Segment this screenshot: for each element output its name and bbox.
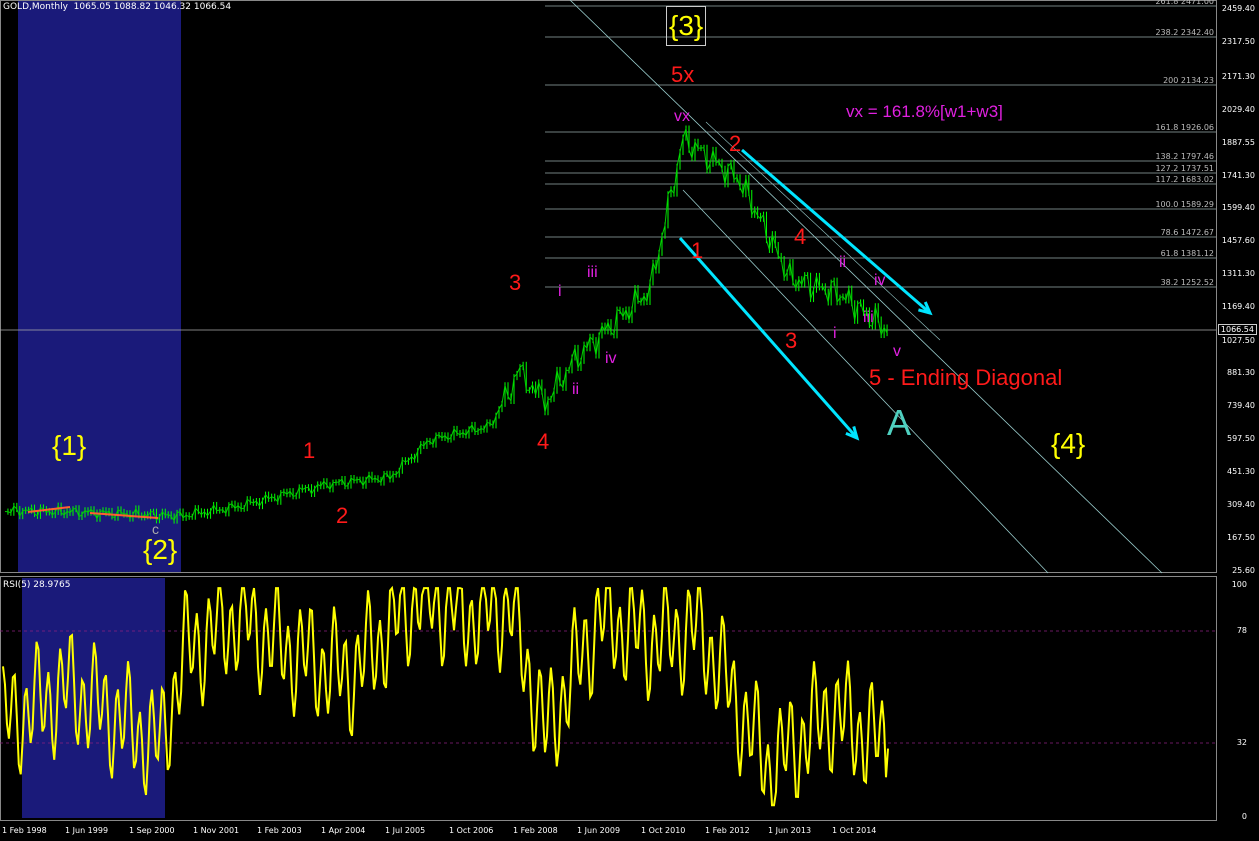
price-panel-frame bbox=[0, 0, 1217, 573]
price-tick-label: 2171.30 bbox=[1221, 72, 1255, 81]
fib-label: 127.2 1737.51 bbox=[1155, 164, 1214, 173]
wave-e-v: v bbox=[893, 343, 901, 360]
trend-channels bbox=[569, 0, 1163, 574]
wave-d4: 4 bbox=[794, 224, 807, 249]
price-tick-label: 1741.30 bbox=[1221, 171, 1255, 180]
wave-r1: 1 bbox=[303, 438, 316, 463]
channel-upper bbox=[569, 0, 1163, 574]
fib-label: 78.6 1472.67 bbox=[1161, 228, 1214, 237]
rsi-tick-label: 100 bbox=[1231, 580, 1247, 589]
price-tick-label: 1457.60 bbox=[1221, 236, 1255, 245]
price-tick-label: 739.40 bbox=[1227, 401, 1255, 410]
date-tick-label: 1 Feb 2008 bbox=[513, 826, 558, 835]
fib-label: 38.2 1252.52 bbox=[1161, 278, 1214, 287]
fib-label: 238.2 2342.40 bbox=[1155, 28, 1214, 37]
wave-m-ii: ii bbox=[572, 381, 580, 398]
wave-e-ii: ii bbox=[839, 254, 847, 271]
ohlc-values: 1065.05 1088.82 1046.32 1066.54 bbox=[73, 2, 232, 12]
wave-3-brace: {3} bbox=[666, 6, 707, 46]
price-tick-label: 2029.40 bbox=[1221, 105, 1255, 114]
price-tick-label: 1599.40 bbox=[1221, 203, 1255, 212]
price-tick-label: 2459.40 bbox=[1221, 4, 1255, 13]
wave-d2: 2 bbox=[729, 131, 742, 156]
symbol-label: GOLD,Monthly bbox=[3, 2, 68, 12]
date-tick-label: 1 Jun 1999 bbox=[65, 826, 109, 835]
date-tick-label: 1 Jun 2009 bbox=[577, 826, 621, 835]
date-tick-label: 1 Feb 2003 bbox=[257, 826, 302, 835]
date-tick-label: 1 Feb 2012 bbox=[705, 826, 750, 835]
price-chart: 261.8 2471.00238.2 2342.40200 2134.23161… bbox=[0, 0, 1217, 821]
wave-c-label: c bbox=[152, 521, 159, 537]
wave-5x: 5x bbox=[671, 62, 695, 87]
date-tick-label: 1 Jul 2005 bbox=[385, 826, 426, 835]
date-tick-label: 1 Apr 2004 bbox=[321, 826, 366, 835]
price-tick-label: 2317.50 bbox=[1221, 37, 1255, 46]
wave-vx: vx bbox=[674, 108, 690, 125]
date-tick-label: 1 Nov 2001 bbox=[193, 826, 240, 835]
fib-label: 161.8 1926.06 bbox=[1155, 123, 1214, 132]
fib-label: 261.8 2471.00 bbox=[1155, 0, 1214, 6]
symbol-header: GOLD,Monthly 1065.05 1088.82 1046.32 106… bbox=[3, 2, 231, 12]
wave-m-iv: iv bbox=[605, 350, 617, 367]
wave-r2: 2 bbox=[336, 503, 349, 528]
price-tick-label: 167.50 bbox=[1227, 533, 1255, 542]
wave-r4: 4 bbox=[537, 429, 550, 454]
date-tick-label: 1 Feb 1998 bbox=[2, 826, 47, 835]
date-tick-label: 1 Oct 2010 bbox=[641, 826, 686, 835]
wave-4-brace: {4} bbox=[1051, 428, 1086, 459]
rsi-header: RSI(5) 28.9765 bbox=[3, 580, 71, 590]
date-tick-label: 1 Jun 2013 bbox=[768, 826, 812, 835]
price-tick-label: 25.60 bbox=[1232, 566, 1255, 575]
price-tick-label: 597.50 bbox=[1227, 434, 1255, 443]
fib-label: 138.2 1797.46 bbox=[1155, 152, 1214, 161]
ending-diagonal-label: 5 - Ending Diagonal bbox=[869, 365, 1063, 390]
highlight-band-top bbox=[18, 0, 181, 573]
cyan-arrows bbox=[678, 148, 933, 441]
date-tick-label: 1 Oct 2006 bbox=[449, 826, 494, 835]
arrow-lower bbox=[678, 237, 859, 439]
wave-1-brace: {1} bbox=[52, 430, 87, 461]
wave-2-brace: {2} bbox=[143, 534, 178, 565]
wave-m-iii: iii bbox=[587, 264, 598, 281]
wave-d1: 1 bbox=[691, 238, 704, 263]
wave-m-i: i bbox=[558, 283, 562, 300]
rsi-panel-frame bbox=[0, 576, 1217, 821]
fib-label: 117.2 1683.02 bbox=[1155, 175, 1214, 184]
price-tick-label: 451.30 bbox=[1227, 467, 1255, 476]
price-tick-label: 1311.30 bbox=[1221, 269, 1255, 278]
rsi-tick-label: 78 bbox=[1236, 626, 1247, 635]
vx-formula: vx = 161.8%[w1+w3] bbox=[846, 102, 1003, 121]
wave-d3: 3 bbox=[785, 328, 798, 353]
price-tick-label: 1169.40 bbox=[1221, 302, 1255, 311]
current-price-tag: 1066.54 bbox=[1217, 324, 1257, 335]
wave-a-label: A bbox=[887, 402, 912, 443]
price-tick-label: 309.40 bbox=[1227, 500, 1255, 509]
price-tick-label: 1027.50 bbox=[1221, 336, 1255, 345]
date-tick-label: 1 Oct 2014 bbox=[832, 826, 877, 835]
wave-e-i: i bbox=[833, 325, 837, 342]
wave-r3: 3 bbox=[509, 270, 522, 295]
rsi-tick-label: 32 bbox=[1236, 738, 1247, 747]
arrow-upper bbox=[741, 148, 931, 315]
fib-label: 61.8 1381.12 bbox=[1161, 249, 1214, 258]
date-tick-label: 1 Sep 2000 bbox=[129, 826, 175, 835]
price-tick-label: 1887.55 bbox=[1221, 138, 1255, 147]
fib-label: 100.0 1589.29 bbox=[1155, 200, 1214, 209]
fib-label: 200 2134.23 bbox=[1163, 76, 1214, 85]
rsi-tick-label: 0 bbox=[1241, 812, 1247, 821]
wave-e-iv: iv bbox=[874, 272, 886, 289]
wave-e-iii: iii bbox=[863, 309, 874, 326]
price-tick-label: 881.30 bbox=[1227, 368, 1255, 377]
